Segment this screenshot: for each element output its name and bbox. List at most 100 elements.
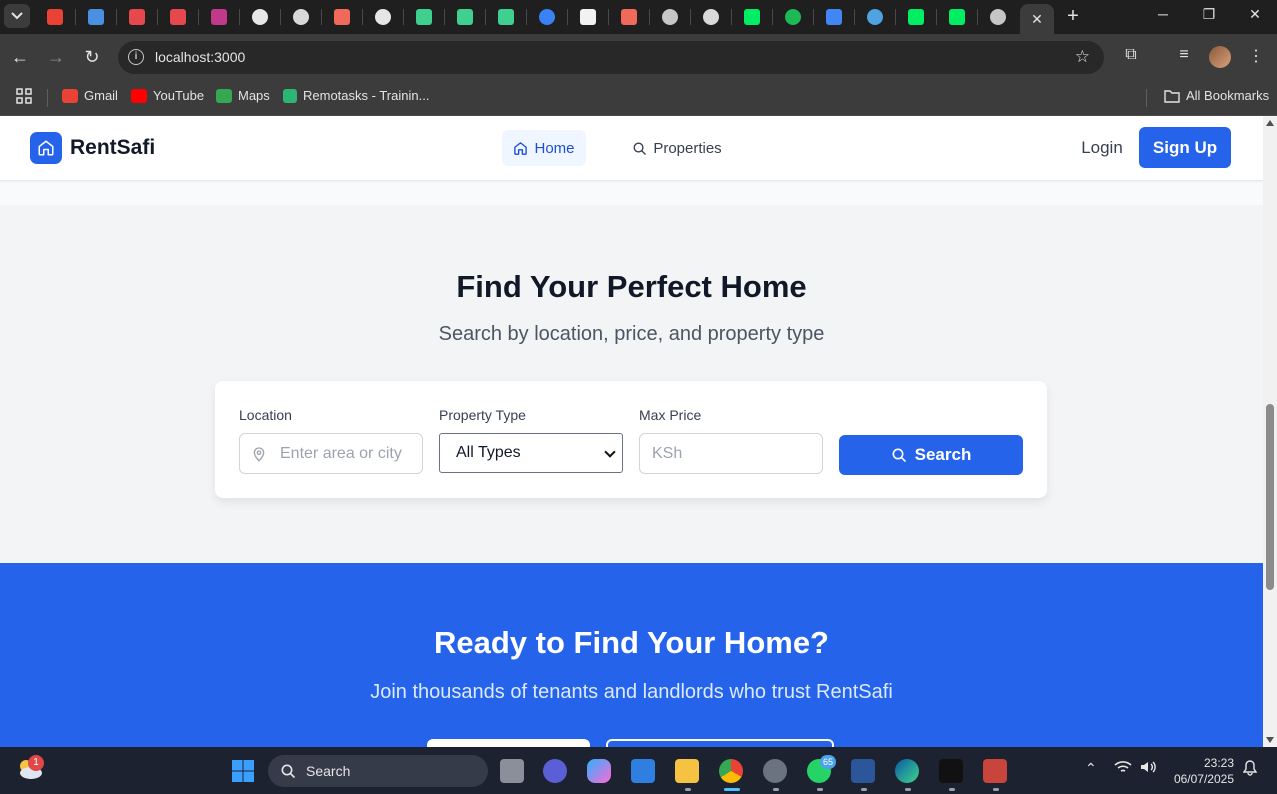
browser-tab[interactable] (569, 4, 607, 30)
apps-grid-icon[interactable] (16, 88, 32, 104)
browser-tab[interactable] (487, 4, 525, 30)
browser-tab[interactable] (323, 4, 361, 30)
minimize-button[interactable]: ─ (1151, 6, 1175, 26)
copilot-icon[interactable] (587, 759, 611, 783)
bookmark-remotasks[interactable]: Remotasks - Trainin... (283, 88, 429, 103)
tray-chevron-up-icon[interactable]: ⌃ (1085, 760, 1097, 777)
file-explorer-icon[interactable] (675, 759, 699, 783)
address-bar[interactable]: i localhost:3000 ☆ (118, 41, 1104, 74)
back-button[interactable]: ← (9, 46, 31, 68)
browser-tab[interactable] (897, 4, 935, 30)
snipping-tool-icon[interactable] (983, 759, 1007, 783)
spotify-icon (785, 9, 801, 25)
new-tab-button[interactable]: + (1062, 6, 1084, 28)
bookmark-maps[interactable]: Maps (216, 88, 270, 103)
scroll-up-arrow-icon[interactable] (1266, 120, 1274, 126)
browser-tab[interactable] (692, 4, 730, 30)
scroll-thumb[interactable] (1266, 404, 1274, 590)
browser-tab[interactable] (774, 4, 812, 30)
page-scrollbar[interactable] (1263, 116, 1277, 747)
browser-tab[interactable] (405, 4, 443, 30)
browser-tab[interactable] (815, 4, 853, 30)
location-input[interactable]: Enter area or city (239, 433, 423, 474)
tab-search-button[interactable] (4, 4, 30, 28)
forward-button[interactable]: → (45, 46, 67, 68)
leaf-icon (949, 9, 965, 25)
browser-tab[interactable] (36, 4, 74, 30)
restore-button[interactable]: ❐ (1197, 6, 1221, 26)
signup-button[interactable]: Sign Up (1139, 127, 1231, 168)
bookmark-label: Remotasks - Trainin... (303, 88, 430, 103)
bookmark-gmail[interactable]: Gmail (62, 88, 118, 103)
search-button[interactable]: Search (839, 435, 1023, 475)
active-tab[interactable]: ✕ (1020, 4, 1054, 34)
tab-separator (608, 9, 609, 25)
browser-tab[interactable] (733, 4, 771, 30)
hero-section: Find Your Perfect Home Search by locatio… (0, 205, 1263, 563)
browser-tab[interactable] (938, 4, 976, 30)
close-window-button[interactable]: ✕ (1243, 6, 1267, 26)
browser-tab[interactable] (118, 4, 156, 30)
media-control-icon[interactable]: ≡ (1173, 46, 1195, 64)
taskbar-search[interactable]: Search (268, 755, 488, 787)
capcut-icon[interactable] (939, 759, 963, 783)
property-type-select[interactable]: All Types (439, 433, 623, 473)
gmail-icon (47, 9, 63, 25)
reload-button[interactable]: ↻ (81, 46, 103, 68)
browser-tab[interactable] (651, 4, 689, 30)
taskbar-clock[interactable]: 23:23 06/07/2025 (1168, 755, 1234, 787)
browser-tab[interactable] (77, 4, 115, 30)
word-icon[interactable] (851, 759, 875, 783)
browser-tab[interactable] (446, 4, 484, 30)
site-navbar: RentSafi Home Properties Login Sign Up (0, 116, 1263, 181)
max-price-input[interactable]: KSh (639, 433, 823, 474)
brand-name[interactable]: RentSafi (70, 136, 155, 160)
tab-separator (977, 9, 978, 25)
browser-tab[interactable] (282, 4, 320, 30)
cta-subtitle: Join thousands of tenants and landlords … (370, 681, 893, 703)
browser-tab[interactable] (856, 4, 894, 30)
tab-separator (116, 9, 117, 25)
site-info-icon[interactable]: i (128, 49, 144, 65)
cta-title: Ready to Find Your Home? (434, 625, 829, 660)
wifi-icon[interactable] (1114, 760, 1132, 777)
login-button[interactable]: Login (1066, 130, 1138, 166)
browser-tab[interactable] (200, 4, 238, 30)
bookmark-youtube[interactable]: YouTube (131, 88, 204, 103)
browser-tab[interactable] (528, 4, 566, 30)
logo-home-icon[interactable] (30, 132, 62, 164)
close-tab-icon[interactable]: ✕ (1031, 11, 1043, 28)
store-icon[interactable] (631, 759, 655, 783)
settings-gear-icon[interactable] (763, 759, 787, 783)
cta-secondary-button[interactable] (606, 739, 834, 747)
edge-icon[interactable] (895, 759, 919, 783)
meet-icon[interactable] (543, 759, 567, 783)
chrome-icon[interactable] (719, 759, 743, 783)
task-view-icon[interactable] (500, 759, 524, 783)
browser-tab[interactable] (159, 4, 197, 30)
clock-time: 23:23 (1203, 756, 1234, 770)
extensions-icon[interactable]: ⧉ (1120, 46, 1142, 64)
browser-tab[interactable] (610, 4, 648, 30)
browser-tab[interactable] (364, 4, 402, 30)
claude-icon (334, 9, 350, 25)
bookmark-star-icon[interactable]: ☆ (1075, 47, 1090, 67)
tab-separator (567, 9, 568, 25)
chevron-down-icon (604, 446, 616, 458)
notification-bell-icon[interactable] (1242, 760, 1258, 779)
all-bookmarks-button[interactable]: All Bookmarks (1164, 88, 1269, 103)
nav-properties-link[interactable]: Properties (622, 130, 732, 166)
windows-start-icon[interactable] (231, 759, 255, 783)
menu-kebab-icon[interactable]: ⋮ (1245, 46, 1267, 66)
volume-icon[interactable] (1139, 760, 1157, 777)
browser-tab[interactable] (979, 4, 1017, 30)
profile-avatar[interactable] (1209, 46, 1231, 68)
wave-icon (867, 9, 883, 25)
browser-tab[interactable] (241, 4, 279, 30)
map-pin-icon (253, 446, 265, 462)
url-text[interactable]: localhost:3000 (155, 49, 245, 65)
scroll-down-arrow-icon[interactable] (1266, 737, 1274, 743)
cta-primary-button[interactable] (427, 739, 590, 747)
nav-properties-label: Properties (653, 139, 722, 157)
nav-home-link[interactable]: Home (502, 130, 586, 166)
